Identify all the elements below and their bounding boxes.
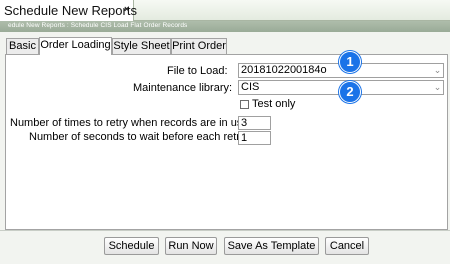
chevron-down-icon[interactable]: ⌄ bbox=[433, 81, 442, 94]
schedule-button[interactable]: Schedule bbox=[104, 237, 159, 255]
file-to-load-value: 2018102200184o bbox=[241, 64, 327, 76]
close-icon[interactable]: × bbox=[124, 4, 129, 15]
callout-badge-1: 1 bbox=[339, 51, 361, 73]
tab-order-loading[interactable]: Order Loading bbox=[39, 37, 112, 55]
save-as-template-button[interactable]: Save As Template bbox=[224, 237, 319, 255]
file-to-load-label: File to Load: bbox=[167, 65, 228, 77]
callout-badge-2: 2 bbox=[339, 81, 361, 103]
schedule-reports-window: Schedule New Reports × edule New Reports… bbox=[0, 0, 450, 264]
breadcrumb-bar: edule New Reports : Schedule CIS Load Fl… bbox=[0, 21, 450, 32]
maintenance-library-label: Maintenance library: bbox=[133, 82, 233, 94]
tab-basic[interactable]: Basic bbox=[6, 38, 39, 55]
retry-times-label: Number of times to retry when records ar… bbox=[10, 117, 252, 129]
button-bar-divider bbox=[0, 230, 450, 231]
maintenance-library-value: CIS bbox=[241, 81, 260, 93]
window-tab[interactable]: Schedule New Reports × bbox=[0, 0, 137, 21]
tab-style-sheet[interactable]: Style Sheet bbox=[112, 38, 171, 55]
test-only-checkbox[interactable] bbox=[240, 100, 249, 109]
run-now-button[interactable]: Run Now bbox=[165, 237, 217, 255]
breadcrumb: edule New Reports : Schedule CIS Load Fl… bbox=[8, 22, 188, 29]
test-only-label: Test only bbox=[252, 98, 296, 110]
chevron-down-icon[interactable]: ⌄ bbox=[433, 64, 442, 77]
tab-print-order[interactable]: Print Order bbox=[171, 38, 227, 55]
window-title: Schedule New Reports bbox=[4, 3, 137, 18]
retry-wait-input[interactable]: 1 bbox=[238, 131, 271, 145]
title-bar: Schedule New Reports × bbox=[0, 0, 450, 21]
retry-times-input[interactable]: 3 bbox=[238, 116, 271, 130]
cancel-button[interactable]: Cancel bbox=[325, 237, 369, 255]
retry-wait-label: Number of seconds to wait before each re… bbox=[29, 131, 249, 143]
